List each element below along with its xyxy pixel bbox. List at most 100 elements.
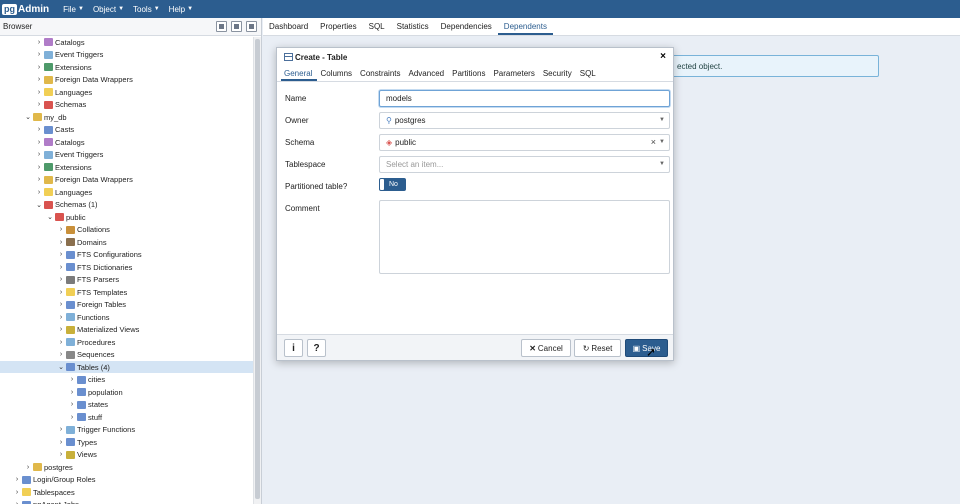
chevron-right-icon[interactable]: › [57, 426, 65, 433]
tree-item[interactable]: › FTS Templates [0, 286, 254, 298]
tree-item[interactable]: › Types [0, 436, 254, 448]
tab-properties[interactable]: Properties [314, 22, 362, 35]
chevron-right-icon[interactable]: › [35, 51, 43, 58]
chevron-right-icon[interactable]: › [35, 164, 43, 171]
tree-scrollbar[interactable] [253, 37, 261, 504]
owner-select[interactable]: ⚲ postgres ▼ [379, 112, 670, 129]
schema-select[interactable]: ◈ public × ▼ [379, 134, 670, 151]
tree-item[interactable]: ⌄ Schemas (1) [0, 199, 254, 211]
name-input[interactable]: models [379, 90, 670, 107]
object-tree[interactable]: › Catalogs › Event Triggers › Extensions › Fore… [0, 37, 254, 504]
chevron-right-icon[interactable]: › [57, 301, 65, 308]
chevron-right-icon[interactable]: › [57, 339, 65, 346]
chevron-right-icon[interactable]: › [24, 464, 32, 471]
tree-item[interactable]: › Materialized Views [0, 324, 254, 336]
tree-item[interactable]: › cities [0, 374, 254, 386]
cancel-button[interactable]: ✕ Cancel [521, 339, 571, 357]
chevron-right-icon[interactable]: › [35, 139, 43, 146]
tree-item[interactable]: › Login/Group Roles [0, 474, 254, 486]
chevron-right-icon[interactable]: › [35, 89, 43, 96]
tree-item[interactable]: › FTS Parsers [0, 274, 254, 286]
comment-textarea[interactable] [379, 200, 670, 274]
tree-item[interactable]: › Foreign Tables [0, 299, 254, 311]
tree-item[interactable]: › postgres [0, 461, 254, 473]
tree-item[interactable]: › Languages [0, 186, 254, 198]
chevron-right-icon[interactable]: › [68, 376, 76, 383]
tree-item[interactable]: › Schemas [0, 99, 254, 111]
dialog-tab-partitions[interactable]: Partitions [449, 69, 490, 81]
chevron-right-icon[interactable]: › [57, 226, 65, 233]
chevron-right-icon[interactable]: › [57, 314, 65, 321]
dialog-tab-security[interactable]: Security [540, 69, 577, 81]
dialog-tab-columns[interactable]: Columns [317, 69, 357, 81]
chevron-right-icon[interactable]: › [35, 151, 43, 158]
tree-item[interactable]: › Collations [0, 224, 254, 236]
tab-dashboard[interactable]: Dashboard [263, 22, 314, 35]
menu-object[interactable]: Object ▼ [93, 5, 124, 14]
chevron-down-icon[interactable]: ⌄ [24, 113, 32, 121]
tab-statistics[interactable]: Statistics [391, 22, 435, 35]
chevron-right-icon[interactable]: › [57, 451, 65, 458]
tree-item[interactable]: › Languages [0, 86, 254, 98]
tree-item[interactable]: › Foreign Data Wrappers [0, 74, 254, 86]
scroll-thumb[interactable] [255, 39, 260, 499]
tree-item[interactable]: › Event Triggers [0, 149, 254, 161]
tree-item[interactable]: › Tablespaces [0, 486, 254, 498]
tree-item[interactable]: › Trigger Functions [0, 424, 254, 436]
tab-dependents[interactable]: Dependents [497, 22, 553, 35]
menu-tools[interactable]: Tools ▼ [133, 5, 160, 14]
chevron-right-icon[interactable]: › [57, 239, 65, 246]
tree-item[interactable]: ⌄ public [0, 211, 254, 223]
tree-item[interactable]: › stuff [0, 411, 254, 423]
chevron-down-icon[interactable]: ⌄ [57, 363, 65, 371]
dialog-tab-general[interactable]: General [281, 69, 318, 81]
dialog-tab-advanced[interactable]: Advanced [406, 69, 450, 81]
dialog-tab-parameters[interactable]: Parameters [490, 69, 539, 81]
info-button[interactable]: i [284, 339, 303, 357]
tree-item[interactable]: › Catalogs [0, 37, 254, 48]
tree-item[interactable]: › Functions [0, 311, 254, 323]
chevron-right-icon[interactable]: › [35, 76, 43, 83]
chevron-right-icon[interactable]: › [57, 351, 65, 358]
chevron-right-icon[interactable]: › [35, 189, 43, 196]
chevron-right-icon[interactable]: › [68, 401, 76, 408]
partitioned-toggle[interactable]: No [379, 178, 406, 191]
dialog-tab-sql[interactable]: SQL [577, 69, 601, 81]
chevron-right-icon[interactable]: › [57, 289, 65, 296]
dialog-tab-constraints[interactable]: Constraints [357, 69, 405, 81]
chevron-right-icon[interactable]: › [57, 326, 65, 333]
chevron-down-icon[interactable]: ⌄ [46, 213, 54, 221]
reset-button[interactable]: ↻ Reset [574, 339, 621, 357]
tree-item[interactable]: › FTS Configurations [0, 249, 254, 261]
tree-item[interactable]: ⌄ Tables (4) [0, 361, 254, 373]
query-tool-icon[interactable] [216, 21, 227, 32]
tab-sql[interactable]: SQL [363, 22, 391, 35]
tree-item[interactable]: ⌄ my_db [0, 111, 254, 123]
tree-item[interactable]: › Foreign Data Wrappers [0, 174, 254, 186]
tree-item[interactable]: › states [0, 399, 254, 411]
chevron-right-icon[interactable]: › [35, 176, 43, 183]
tablespace-select[interactable]: Select an item... ▼ [379, 156, 670, 173]
menu-help[interactable]: Help ▼ [169, 5, 193, 14]
chevron-right-icon[interactable]: › [35, 126, 43, 133]
chevron-right-icon[interactable]: › [68, 389, 76, 396]
tree-item[interactable]: › FTS Dictionaries [0, 261, 254, 273]
tree-item[interactable]: › Extensions [0, 61, 254, 73]
tree-item[interactable]: › Procedures [0, 336, 254, 348]
tree-item[interactable]: › Domains [0, 236, 254, 248]
chevron-right-icon[interactable]: › [57, 276, 65, 283]
chevron-right-icon[interactable]: › [57, 439, 65, 446]
filter-icon[interactable] [246, 21, 257, 32]
chevron-right-icon[interactable]: › [57, 251, 65, 258]
tab-dependencies[interactable]: Dependencies [435, 22, 498, 35]
tree-item[interactable]: › Sequences [0, 349, 254, 361]
help-button[interactable]: ? [307, 339, 326, 357]
tree-item[interactable]: › Catalogs [0, 136, 254, 148]
tree-item[interactable]: › Extensions [0, 161, 254, 173]
tree-item[interactable]: › Event Triggers [0, 49, 254, 61]
chevron-down-icon[interactable]: ⌄ [35, 201, 43, 209]
tree-item[interactable]: ›pgAgent Jobs [0, 499, 254, 504]
dialog-titlebar[interactable]: Create - Table × [277, 48, 673, 66]
chevron-right-icon[interactable]: › [68, 414, 76, 421]
tree-item[interactable]: › population [0, 386, 254, 398]
